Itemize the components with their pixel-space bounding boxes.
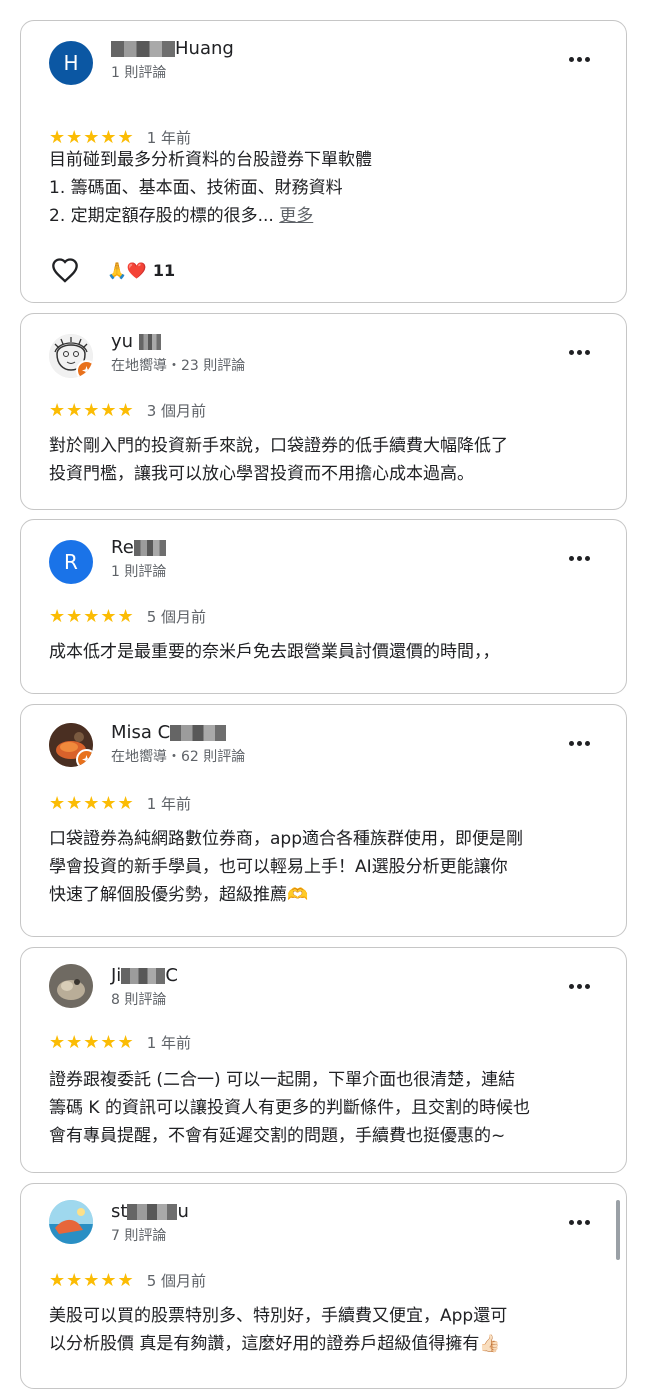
review-time: 5 個月前 [146,1272,206,1290]
rating-row: ★★★★★ 1 年前 [49,793,191,814]
scrollbar[interactable] [616,1200,620,1260]
avatar[interactable] [49,334,93,378]
review-card: st u 7 則評論 ★★★★★ 5 個月前 美股可以買的股票特別多、特別好，手… [20,1183,627,1389]
review-text: 對於剛入門的投資新手來說，口袋證券的低手續費大幅降低了 投資門檻，讓我可以放心學… [49,436,508,484]
star-rating: ★★★★★ [49,792,135,814]
more-options-icon[interactable] [569,741,590,746]
avatar[interactable] [49,964,93,1008]
review-text: 成本低才是最重要的奈米戶免去跟營業員討價還價的時間，， [49,642,500,662]
avatar[interactable]: H [49,41,93,85]
reaction-emoji: 🙏❤️ [107,260,147,280]
more-options-icon[interactable] [569,350,590,355]
review-actions: 🙏❤️ 11 [51,257,175,283]
avatar-beach-image [49,1200,93,1244]
review-time: 5 個月前 [146,608,206,626]
review-card: H Huang 1 則評論 ★★★★★ 1 年前 目前碰到最多分析資料的台股證券… [20,20,627,303]
review-count: 7 則評論 [111,1228,167,1244]
review-count: 1 則評論 [111,65,167,81]
reviewer-name[interactable]: yu [111,331,162,352]
more-options-icon[interactable] [569,57,590,62]
reviewer-meta: 在地嚮導・62 則評論 [111,749,246,765]
reaction-count: 11 [152,260,176,280]
reviewer-name[interactable]: Ji C [111,965,178,986]
star-rating: ★★★★★ [49,605,135,627]
avatar[interactable]: R [49,540,93,584]
rating-row: ★★★★★ 1 年前 [49,1032,191,1053]
review-text: 目前碰到最多分析資料的台股證券下單軟體 1. 籌碼面、基本面、技術面、財務資料 … [49,150,372,226]
local-guide-badge-icon [76,749,93,767]
heart-icon[interactable] [51,257,79,283]
reviewer-name[interactable]: Misa C [111,722,227,743]
reviewer-name[interactable]: Re [111,537,166,558]
redacted-name-block [111,40,175,57]
reviewer-name[interactable]: st u [111,1201,189,1222]
reaction-summary[interactable]: 🙏❤️ 11 [107,261,175,280]
review-card: R Re 1 則評論 ★★★★★ 5 個月前 成本低才是最重要的奈米戶免去跟營業… [20,519,627,694]
more-options-icon[interactable] [569,984,590,989]
more-options-icon[interactable] [569,556,590,561]
reviewer-meta: 在地嚮導・23 則評論 [111,358,246,374]
rating-row: ★★★★★ 1 年前 [49,127,191,148]
star-rating: ★★★★★ [49,126,135,148]
rating-row: ★★★★★ 3 個月前 [49,400,206,421]
redacted-name-block [127,1203,178,1220]
review-text: 口袋證券為純網路數位券商，app適合各種族群使用，即便是剛 學會投資的新手學員，… [49,829,523,905]
review-time: 1 年前 [146,129,191,147]
review-count: 8 則評論 [111,992,167,1008]
review-card: yu 在地嚮導・23 則評論 ★★★★★ 3 個月前 對於剛入門的投資新手來說，… [20,313,627,510]
local-guide-badge-icon [76,360,93,378]
review-card: Ji C 8 則評論 ★★★★★ 1 年前 證券跟複委託 (二合一) 可以一起開… [20,947,627,1173]
star-rating: ★★★★★ [49,399,135,421]
review-card: Misa C 在地嚮導・62 則評論 ★★★★★ 1 年前 口袋證券為純網路數位… [20,704,627,937]
redacted-name-block [170,724,227,741]
avatar[interactable] [49,1200,93,1244]
review-time: 3 個月前 [146,402,206,420]
reviewer-name[interactable]: Huang [111,38,234,59]
review-time: 1 年前 [146,795,191,813]
review-text: 美股可以買的股票特別多、特別好，手續費又便宜，App還可 以分析股價 真是有夠讚… [49,1306,508,1354]
star-rating: ★★★★★ [49,1031,135,1053]
avatar[interactable] [49,723,93,767]
redacted-name-block [139,333,162,350]
redacted-name-block [133,539,166,556]
avatar-pet-image [49,964,93,1008]
more-options-icon[interactable] [569,1220,590,1225]
review-time: 1 年前 [146,1034,191,1052]
review-count: 1 則評論 [111,564,167,580]
read-more-link[interactable]: 更多 [279,206,313,226]
review-text: 證券跟複委託 (二合一) 可以一起開，下單介面也很清楚，連結 籌碼 K 的資訊可… [49,1070,530,1146]
rating-row: ★★★★★ 5 個月前 [49,606,206,627]
redacted-name-block [121,967,166,984]
rating-row: ★★★★★ 5 個月前 [49,1270,206,1291]
star-rating: ★★★★★ [49,1269,135,1291]
